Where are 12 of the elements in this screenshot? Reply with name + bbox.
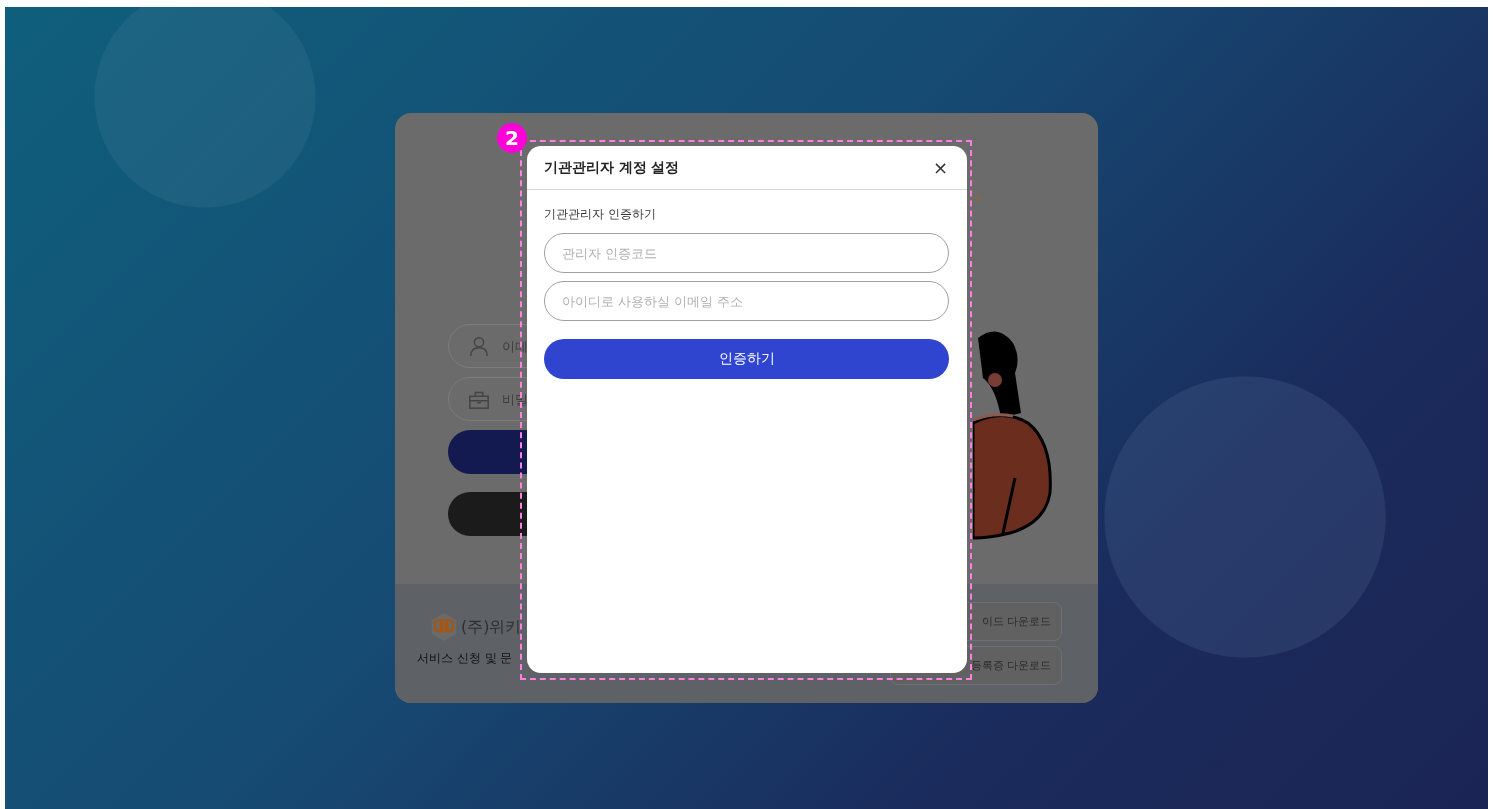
step-badge: 2 bbox=[497, 123, 527, 153]
input-field[interactable]: 관리자 인증코드 bbox=[544, 233, 949, 273]
close-button[interactable]: × bbox=[930, 157, 950, 178]
input-field[interactable]: 아이디로 사용하실 이메일 주소 bbox=[544, 281, 949, 321]
section-label: 기관관리자 인증하기 bbox=[544, 207, 657, 222]
verify-button[interactable]: 인증하기 bbox=[544, 339, 949, 379]
user-icon bbox=[468, 335, 490, 357]
company-logo-icon bbox=[429, 612, 459, 642]
service-text: 서비스 신청 및 문 bbox=[417, 650, 514, 667]
modal-title: 기관관리자 계정 설정 bbox=[544, 158, 680, 177]
sparkle-icon bbox=[973, 193, 983, 203]
company-name: (주)위키 bbox=[461, 616, 522, 638]
